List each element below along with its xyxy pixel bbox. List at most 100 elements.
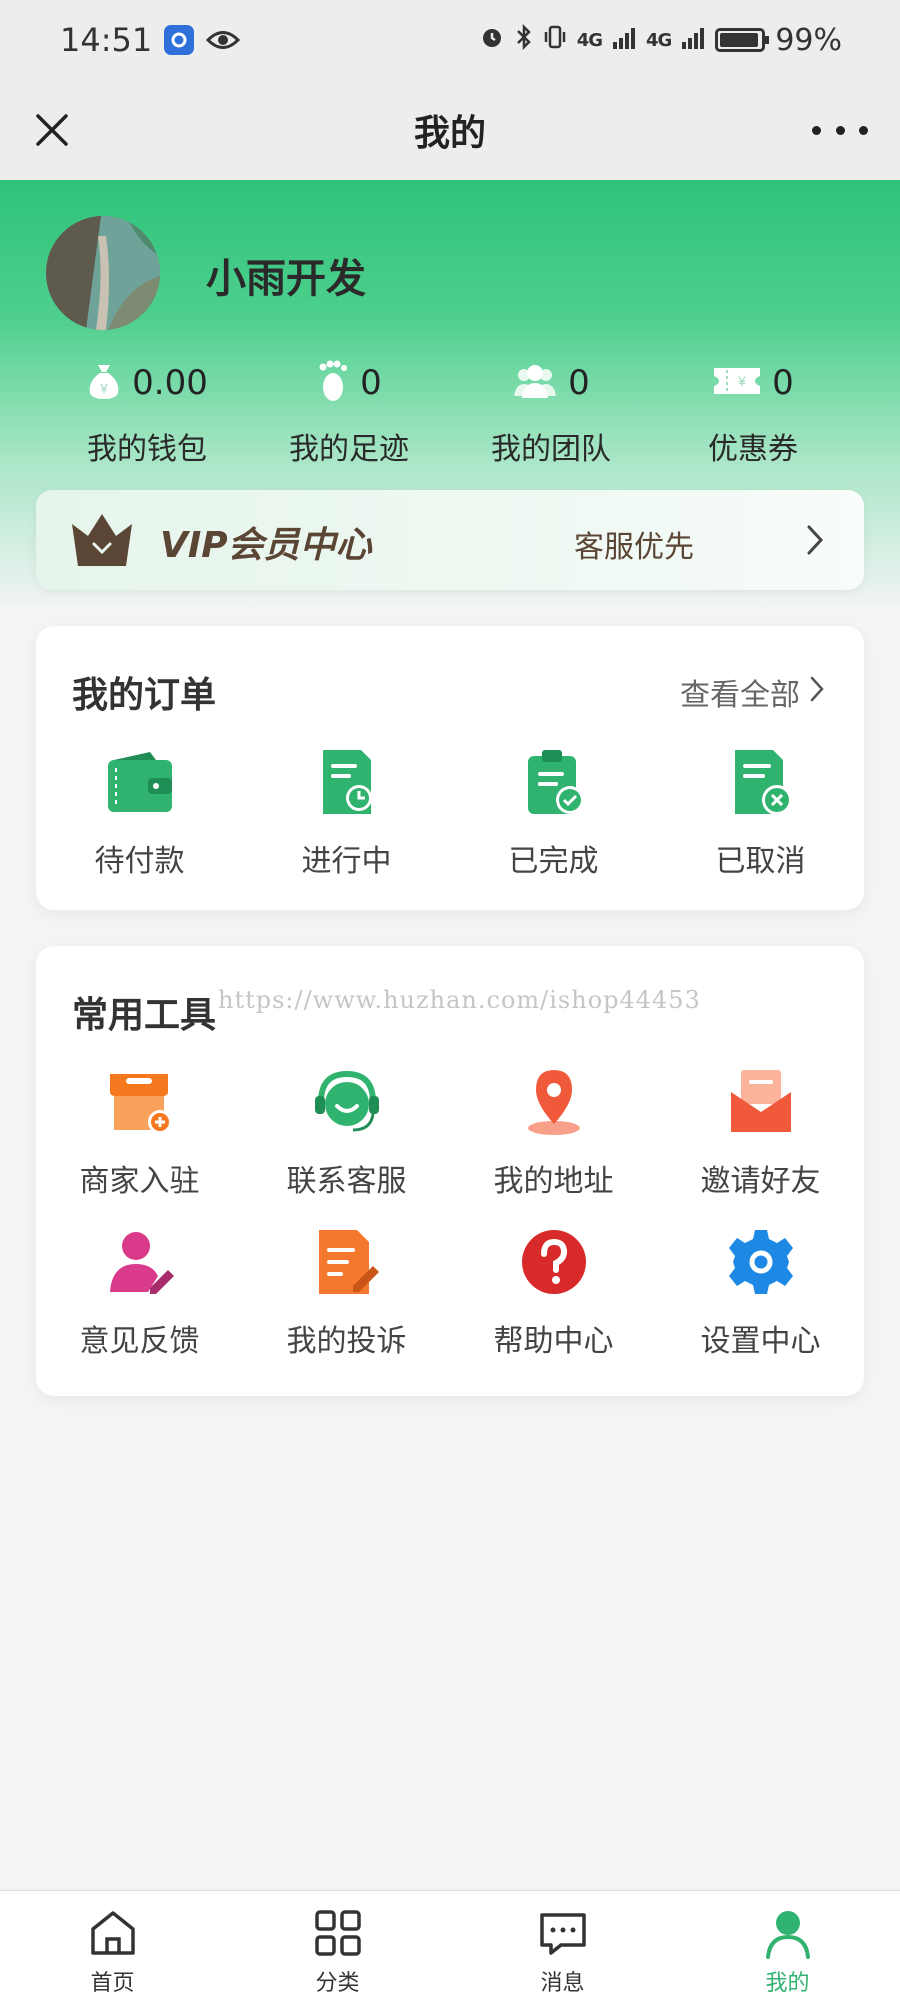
vibrate-icon xyxy=(543,23,567,58)
eye-icon xyxy=(206,21,241,59)
team-value: 0 xyxy=(568,363,590,403)
more-options-icon[interactable] xyxy=(812,110,868,150)
tool-label: 设置中心 xyxy=(700,1324,821,1359)
coupon-label: 优惠券 xyxy=(708,432,798,467)
tools-grid-row-1: 商家入驻 联系客服 我的地址 邀请好友 xyxy=(36,1066,864,1200)
tool-label: 意见反馈 xyxy=(79,1324,200,1359)
order-label: 已完成 xyxy=(508,844,599,879)
tab-profile[interactable]: 我的 xyxy=(675,1891,900,2000)
orders-title: 我的订单 xyxy=(72,675,217,716)
tool-label: 我的投诉 xyxy=(286,1324,407,1359)
order-completed[interactable]: 已完成 xyxy=(450,746,657,880)
network-type-1: 4G xyxy=(576,29,603,51)
app-badge-icon xyxy=(164,25,195,55)
wallet-label: 我的钱包 xyxy=(87,432,207,467)
document-clock-icon xyxy=(322,750,372,814)
tab-label: 消息 xyxy=(540,1971,585,1996)
tool-feedback[interactable]: 意见反馈 xyxy=(36,1226,243,1360)
bottom-tab-bar: 首页 分类 消息 我的 xyxy=(0,1890,900,2000)
vip-banner[interactable]: VIP会员中心 客服优先 xyxy=(36,490,864,590)
order-label: 待付款 xyxy=(94,844,185,879)
tool-invite-friends[interactable]: 邀请好友 xyxy=(657,1066,864,1200)
tool-settings-center[interactable]: 设置中心 xyxy=(657,1226,864,1360)
chevron-right-icon xyxy=(806,524,824,556)
location-pin-icon xyxy=(527,1070,580,1135)
document-cancel-icon xyxy=(734,750,792,815)
tool-label: 我的地址 xyxy=(493,1164,614,1199)
store-add-icon xyxy=(109,1074,172,1134)
category-grid-icon xyxy=(314,1910,361,1956)
user-edit-icon xyxy=(109,1232,174,1294)
tool-help-center[interactable]: 帮助中心 xyxy=(450,1226,657,1360)
headset-icon xyxy=(314,1070,379,1132)
status-time: 14:51 xyxy=(60,21,153,59)
message-icon xyxy=(539,1913,586,1955)
stat-coupon[interactable]: ¥ 0 优惠券 xyxy=(652,358,854,468)
battery-percent: 99% xyxy=(775,22,842,58)
wallet-icon xyxy=(107,752,172,812)
tool-label: 帮助中心 xyxy=(493,1324,614,1359)
tab-home[interactable]: 首页 xyxy=(0,1891,225,2000)
stat-wallet[interactable]: ¥ 0.00 我的钱包 xyxy=(46,358,248,468)
home-icon xyxy=(90,1911,135,1955)
document-edit-icon xyxy=(318,1230,379,1294)
signal-2-icon xyxy=(681,23,705,58)
clipboard-check-icon xyxy=(527,750,584,814)
tab-category[interactable]: 分类 xyxy=(225,1891,450,2000)
status-bar: 14:51 4G 4G 99% xyxy=(0,0,900,80)
coupon-value: 0 xyxy=(772,363,794,403)
footprint-value: 0 xyxy=(360,363,382,403)
order-cancelled[interactable]: 已取消 xyxy=(657,746,864,880)
svg-text:¥: ¥ xyxy=(737,373,746,389)
tool-my-address[interactable]: 我的地址 xyxy=(450,1066,657,1200)
chevron-right-icon xyxy=(810,675,824,710)
page-title: 我的 xyxy=(413,113,486,154)
help-icon xyxy=(521,1230,586,1294)
coupon-icon: ¥ xyxy=(712,364,762,402)
vip-title: VIP会员中心 xyxy=(160,525,372,566)
tools-grid-row-2: 意见反馈 我的投诉 帮助中心 设置中心 xyxy=(36,1226,864,1360)
profile-stats: ¥ 0.00 我的钱包 0 我的足迹 0 我的团队 ¥ 0 优惠券 xyxy=(46,358,854,468)
order-label: 进行中 xyxy=(301,844,392,879)
tool-contact-service[interactable]: 联系客服 xyxy=(243,1066,450,1200)
wallet-value: 0.00 xyxy=(132,363,208,403)
order-in-progress[interactable]: 进行中 xyxy=(243,746,450,880)
network-type-2: 4G xyxy=(646,29,672,51)
tool-merchant-join[interactable]: 商家入驻 xyxy=(36,1066,243,1200)
order-label: 已取消 xyxy=(715,844,806,879)
footprint-label: 我的足迹 xyxy=(289,432,409,467)
tab-label: 我的 xyxy=(765,1971,810,1996)
close-icon[interactable] xyxy=(28,106,76,154)
view-all-label: 查看全部 xyxy=(680,678,800,713)
vip-subtitle: 客服优先 xyxy=(574,530,694,565)
tool-label: 邀请好友 xyxy=(700,1164,821,1199)
tab-messages[interactable]: 消息 xyxy=(450,1891,675,2000)
signal-1-icon xyxy=(612,23,636,58)
tools-title: 常用工具 xyxy=(72,995,217,1036)
tool-complaint[interactable]: 我的投诉 xyxy=(243,1226,450,1360)
tool-label: 联系客服 xyxy=(286,1164,407,1199)
invite-envelope-icon xyxy=(730,1070,791,1132)
nav-bar: 我的 xyxy=(0,80,900,180)
svg-text:¥: ¥ xyxy=(100,381,109,396)
orders-grid: 待付款 进行中 已完成 已取消 xyxy=(36,746,864,880)
settings-gear-icon xyxy=(728,1230,793,1294)
tab-label: 首页 xyxy=(90,1971,135,1996)
battery-icon xyxy=(715,28,770,52)
username: 小雨开发 xyxy=(206,256,366,302)
bluetooth-icon xyxy=(515,23,533,58)
view-all-orders-link[interactable]: 查看全部 xyxy=(680,670,824,714)
avatar[interactable] xyxy=(46,216,160,330)
tool-label: 商家入驻 xyxy=(79,1164,200,1199)
footprint-icon xyxy=(316,359,350,407)
team-label: 我的团队 xyxy=(491,432,611,467)
alarm-icon xyxy=(479,23,505,58)
team-icon xyxy=(512,362,558,404)
order-pending-payment[interactable]: 待付款 xyxy=(36,746,243,880)
watermark: https://www.huzhan.com/ishop44453 xyxy=(218,986,701,1014)
orders-card: 我的订单 查看全部 待付款 进行中 已完成 已取消 xyxy=(36,626,864,910)
crown-icon xyxy=(70,510,134,570)
wallet-bag-icon: ¥ xyxy=(86,361,122,405)
stat-team[interactable]: 0 我的团队 xyxy=(450,358,652,468)
stat-footprint[interactable]: 0 我的足迹 xyxy=(248,358,450,468)
